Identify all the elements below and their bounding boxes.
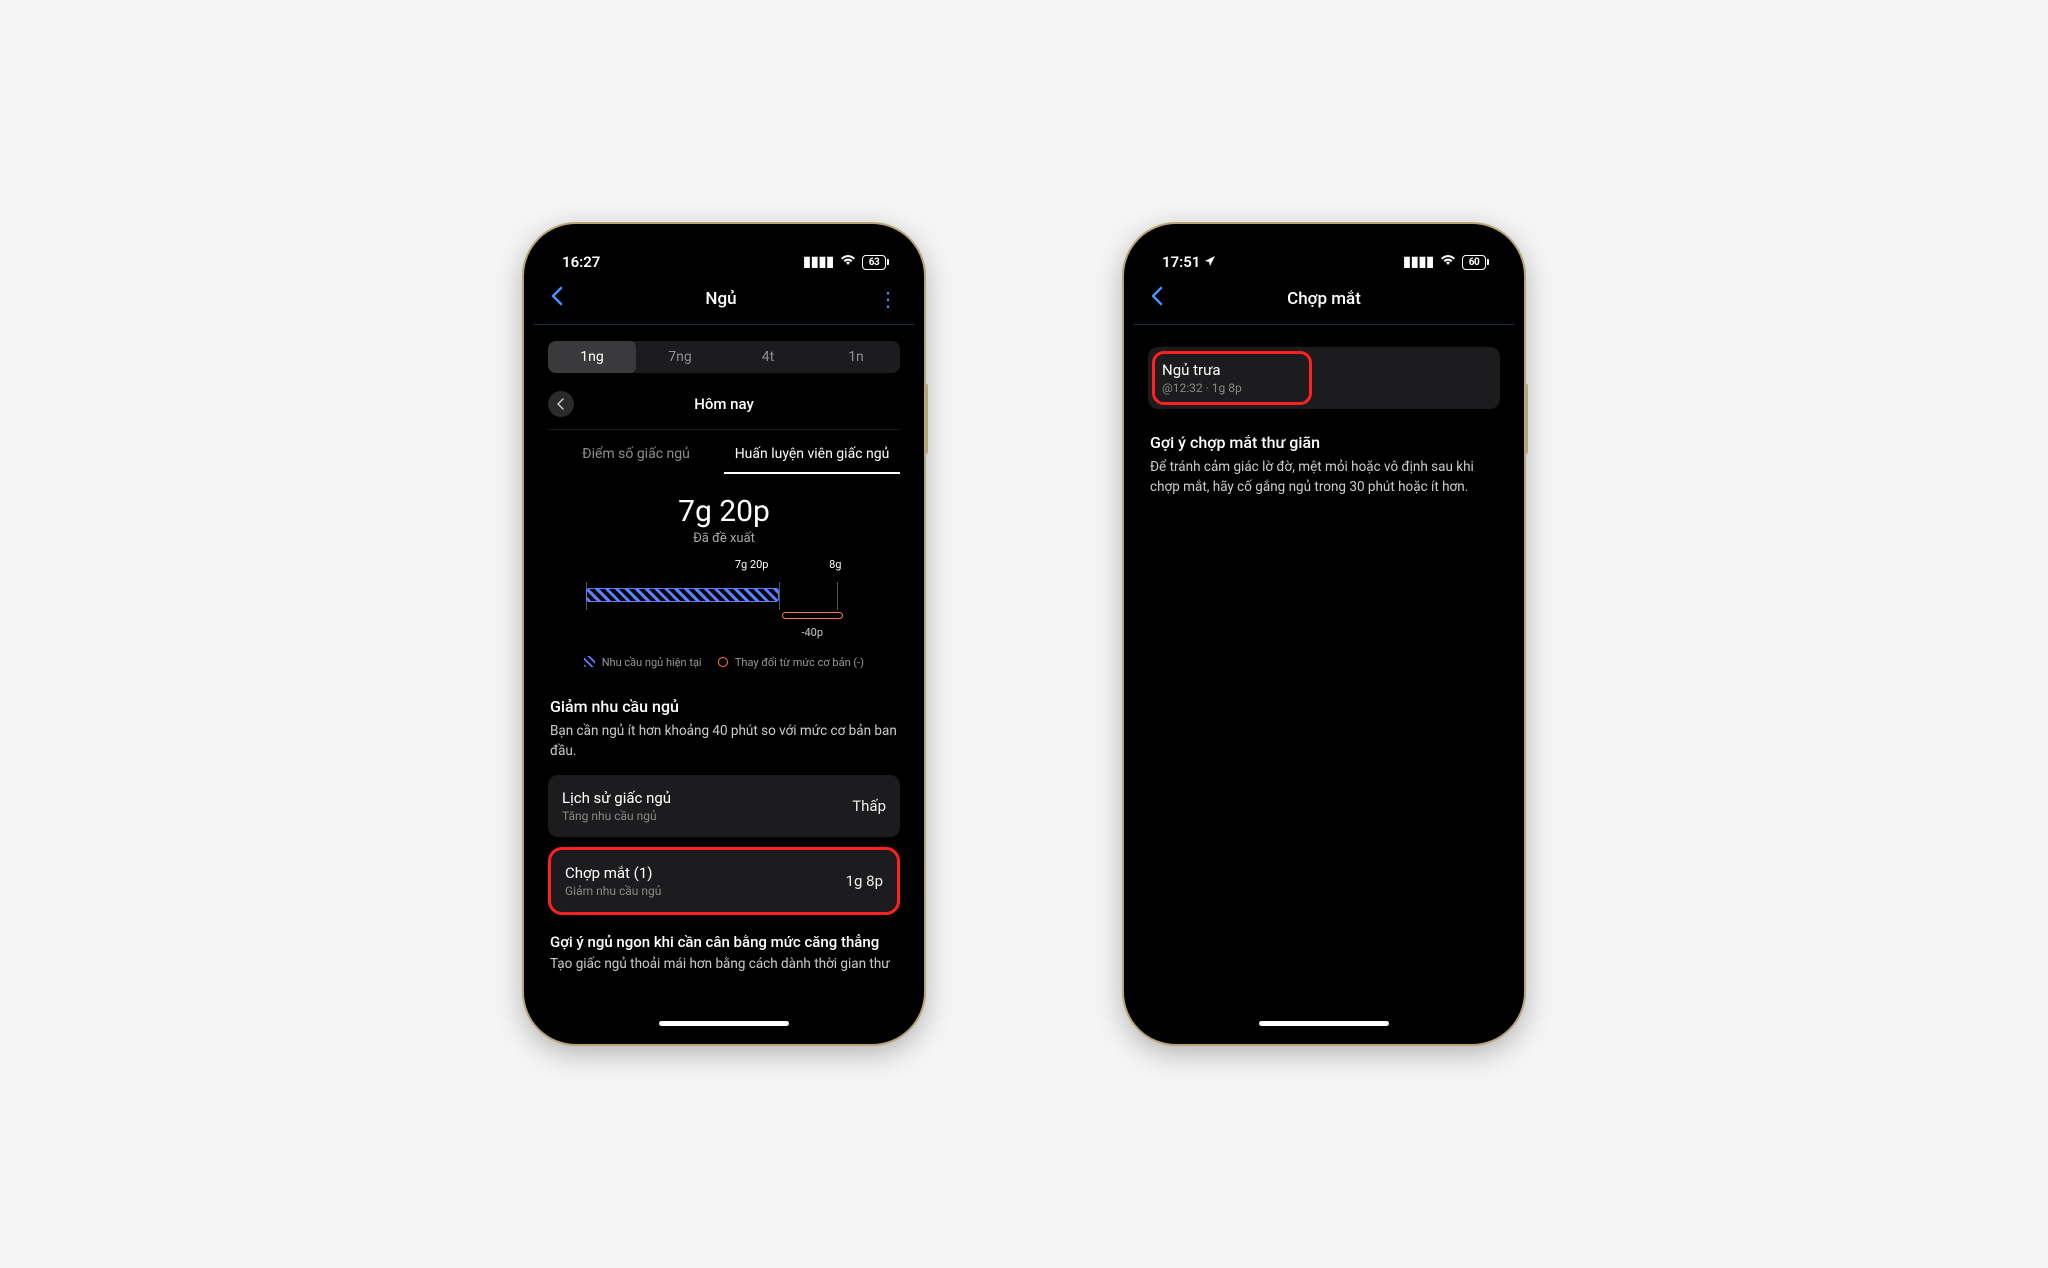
- tip-title: Gợi ý ngủ ngon khi cần cân bằng mức căng…: [542, 925, 906, 955]
- chart-delta-pill: [782, 612, 843, 619]
- battery-icon: 60: [1462, 255, 1486, 270]
- status-bar: 17:51 ▮▮▮▮ 60: [1134, 234, 1514, 278]
- segment-4week[interactable]: 4t: [724, 341, 812, 373]
- home-indicator[interactable]: [659, 1021, 789, 1026]
- more-button[interactable]: ⋮: [878, 287, 898, 311]
- card-sleep-history[interactable]: Lịch sử giấc ngủ Tăng nhu cầu ngủ Thấp: [548, 775, 900, 837]
- wifi-icon: [840, 254, 856, 270]
- card-subtitle: Giảm nhu cầu ngủ: [565, 884, 661, 898]
- back-button[interactable]: [550, 286, 564, 312]
- card-nap[interactable]: Chợp mắt (1) Giảm nhu cầu ngủ 1g 8p: [548, 847, 900, 915]
- legend-change: Thay đổi từ mức cơ bản (-): [735, 656, 864, 669]
- nap-subtitle: @12:32 · 1g 8p: [1162, 381, 1486, 395]
- chart-current-label: 7g 20p: [735, 558, 769, 571]
- signal-icon: ▮▮▮▮: [803, 254, 834, 270]
- suggested-label: Đã đề xuất: [542, 531, 906, 546]
- section-body-reduce: Bạn cần ngủ ít hơn khoảng 40 phút so với…: [542, 722, 906, 775]
- back-button[interactable]: [1150, 286, 1164, 312]
- chart-legend: Nhu cầu ngủ hiện tại Thay đổi từ mức cơ …: [542, 656, 906, 669]
- card-title: Lịch sử giấc ngủ: [562, 789, 671, 807]
- wifi-icon: [1440, 254, 1456, 270]
- card-value: Thấp: [852, 797, 886, 815]
- location-icon: [1204, 253, 1216, 271]
- screen-sleep: 16:27 ▮▮▮▮ 63 Ngủ ⋮ 1ng: [534, 234, 914, 1034]
- page-title: Ngủ: [705, 289, 736, 309]
- tip-body: Tạo giấc ngủ thoải mái hơn bằng cách dàn…: [542, 955, 906, 974]
- status-indicators: ▮▮▮▮ 63: [803, 254, 886, 270]
- segment-1year[interactable]: 1n: [812, 341, 900, 373]
- suggested-sleep: 7g 20p Đã đề xuất: [542, 494, 906, 546]
- chart-delta-label: -40p: [801, 626, 823, 639]
- sleep-tabs: Điểm số giấc ngủ Huấn luyện viên giấc ng…: [542, 434, 906, 474]
- chart-target-label: 8g: [829, 558, 841, 571]
- card-title: Chợp mắt (1): [565, 864, 661, 882]
- phone-right: 17:51 ▮▮▮▮ 60 Chợp mắt: [1124, 224, 1524, 1044]
- nap-entry[interactable]: Ngủ trưa @12:32 · 1g 8p: [1148, 347, 1500, 409]
- nap-tip-title: Gợi ý chợp mắt thư giãn: [1142, 423, 1506, 458]
- segment-7day[interactable]: 7ng: [636, 341, 724, 373]
- battery-icon: 63: [862, 255, 886, 270]
- nav-bar: Chợp mắt: [1134, 278, 1514, 325]
- day-selector: Hôm nay: [548, 385, 900, 430]
- phone-left: 16:27 ▮▮▮▮ 63 Ngủ ⋮ 1ng: [524, 224, 924, 1044]
- tab-sleep-score[interactable]: Điểm số giấc ngủ: [548, 446, 724, 474]
- card-value: 1g 8p: [846, 872, 883, 890]
- day-label: Hôm nay: [694, 395, 754, 413]
- nav-bar: Ngủ ⋮: [534, 278, 914, 325]
- legend-circle-icon: [718, 657, 728, 667]
- segment-1day[interactable]: 1ng: [548, 341, 636, 373]
- status-time: 17:51: [1162, 253, 1200, 271]
- status-bar: 16:27 ▮▮▮▮ 63: [534, 234, 914, 278]
- home-indicator[interactable]: [1259, 1021, 1389, 1026]
- page-title: Chợp mắt: [1287, 289, 1361, 309]
- suggested-value: 7g 20p: [542, 494, 906, 529]
- nap-title: Ngủ trưa: [1162, 361, 1486, 379]
- time-range-segments: 1ng 7ng 4t 1n: [548, 341, 900, 373]
- previous-day-button[interactable]: [548, 391, 574, 417]
- screen-nap: 17:51 ▮▮▮▮ 60 Chợp mắt: [1134, 234, 1514, 1034]
- chart-current-bar: [586, 588, 780, 602]
- section-title-reduce: Giảm nhu cầu ngủ: [542, 687, 906, 722]
- tab-sleep-coach[interactable]: Huấn luyện viên giấc ngủ: [724, 446, 900, 474]
- legend-current: Nhu cầu ngủ hiện tại: [602, 656, 702, 669]
- signal-icon: ▮▮▮▮: [1403, 254, 1434, 270]
- sleep-need-chart: 7g 20p 8g -40p: [586, 574, 863, 644]
- card-subtitle: Tăng nhu cầu ngủ: [562, 809, 671, 823]
- legend-hatch-icon: [584, 656, 595, 667]
- status-indicators: ▮▮▮▮ 60: [1403, 254, 1486, 270]
- nap-tip-body: Để tránh cảm giác lờ đờ, mệt mỏi hoặc vô…: [1142, 458, 1506, 511]
- status-time: 16:27: [562, 253, 600, 271]
